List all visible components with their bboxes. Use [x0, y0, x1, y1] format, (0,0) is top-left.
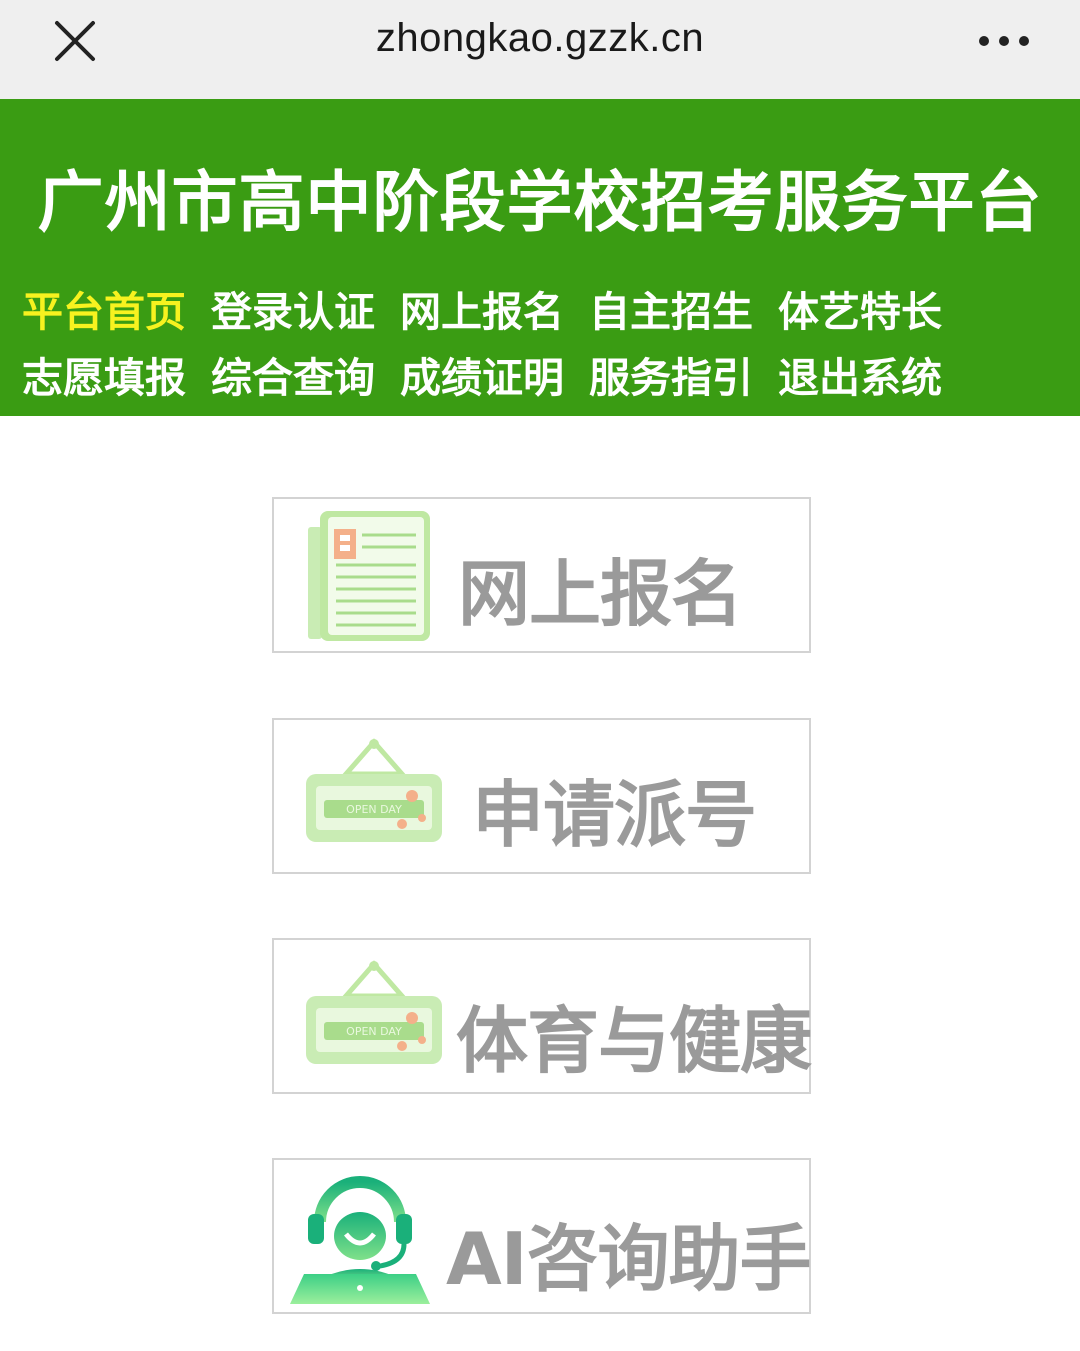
nav-item-online-registration[interactable]: 网上报名	[400, 278, 589, 338]
nav-item-home[interactable]: 平台首页	[22, 278, 211, 338]
site-header: 广州市高中阶段学校招考服务平台 平台首页 登录认证 网上报名 自主招生 体艺特长…	[0, 99, 1080, 416]
form-document-icon	[308, 511, 430, 641]
ai-assistant-headset-icon	[290, 1176, 430, 1304]
main-nav: 平台首页 登录认证 网上报名 自主招生 体艺特长 志愿填报 综合查询 成绩证明 …	[22, 275, 1022, 407]
site-title: 广州市高中阶段学校招考服务平台	[37, 164, 1043, 241]
nav-item-login[interactable]: 登录认证	[211, 278, 400, 338]
nav-item-application-preferences[interactable]: 志愿填报	[22, 344, 211, 404]
open-day-sign-icon: OPEN DAY	[306, 738, 442, 842]
card-online-registration[interactable]: 网上报名	[272, 497, 811, 653]
open-day-sign-icon: OPEN DAY	[306, 960, 442, 1064]
svg-text:OPEN DAY: OPEN DAY	[346, 803, 402, 816]
nav-item-general-query[interactable]: 综合查询	[211, 344, 400, 404]
card-label: AI咨询助手	[446, 1217, 812, 1301]
svg-text:OPEN DAY: OPEN DAY	[346, 1025, 402, 1038]
nav-item-service-guide[interactable]: 服务指引	[589, 344, 778, 404]
nav-row-2: 志愿填报 综合查询 成绩证明 服务指引 退出系统	[22, 341, 1022, 407]
nav-item-independent-admission[interactable]: 自主招生	[589, 278, 778, 338]
card-ai-assistant[interactable]: AI咨询助手	[272, 1158, 812, 1314]
card-label: 体育与健康	[456, 999, 812, 1083]
more-icon	[979, 36, 1029, 46]
url-text: zhongkao.gzzk.cn	[375, 16, 705, 60]
card-label: 网上报名	[458, 552, 743, 636]
more-button[interactable]	[974, 28, 1034, 56]
nav-item-score-certificate[interactable]: 成绩证明	[400, 344, 589, 404]
nav-item-sports-arts[interactable]: 体艺特长	[778, 278, 967, 338]
browser-top-bar: zhongkao.gzzk.cn	[0, 0, 1080, 99]
card-apply-number[interactable]: OPEN DAY 申请派号	[272, 718, 811, 874]
nav-item-logout[interactable]: 退出系统	[778, 344, 967, 404]
card-sports-health[interactable]: OPEN DAY 体育与健康	[272, 938, 812, 1094]
card-label: 申请派号	[472, 773, 757, 857]
nav-row-1: 平台首页 登录认证 网上报名 自主招生 体艺特长	[22, 275, 1022, 341]
